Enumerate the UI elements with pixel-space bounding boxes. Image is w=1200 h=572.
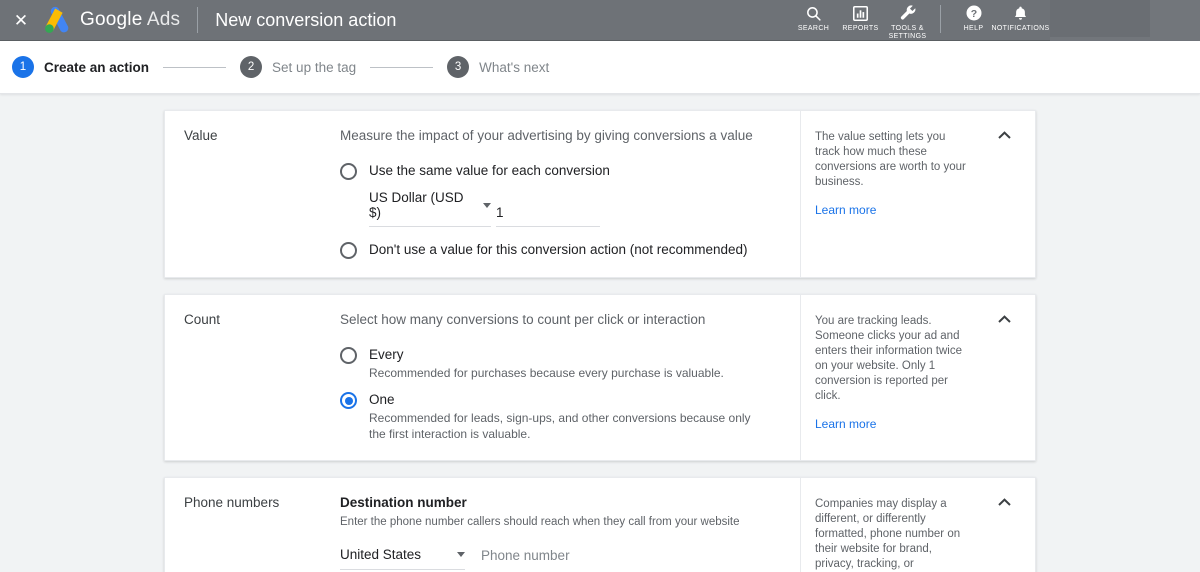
step-2-label: Set up the tag [272, 60, 356, 75]
phone-card-body: Destination number Enter the phone numbe… [340, 478, 800, 572]
toolbar-tools-settings-button[interactable]: TOOLS & SETTINGS [884, 4, 931, 42]
step-3-number: 3 [447, 56, 469, 78]
phone-section-title: Phone numbers [184, 495, 340, 510]
country-select-value: United States [340, 547, 421, 562]
bell-notifications-icon [1012, 4, 1029, 23]
country-select[interactable]: United States [340, 547, 465, 570]
help-question-icon: ? [965, 4, 983, 23]
page-title: New conversion action [215, 10, 396, 31]
value-amount-input-value: 1 [496, 205, 504, 220]
phone-help-text: Companies may display a different, or di… [815, 497, 971, 572]
value-amount-input[interactable]: 1 [496, 205, 600, 227]
google-ads-logo-icon [42, 6, 72, 34]
wizard-stepper: 1 Create an action 2 Set up the tag 3 Wh… [0, 41, 1200, 94]
phone-collapse-chevron-up-icon[interactable] [993, 491, 1015, 513]
brand-google: Google [80, 9, 142, 30]
phone-number-placeholder: Phone number [481, 548, 570, 563]
toolbar-reports-label: REPORTS [842, 25, 878, 34]
count-option-every-label: Every [369, 346, 724, 364]
value-help-panel: The value setting lets you track how muc… [800, 111, 1035, 277]
currency-select-value: US Dollar (USD $) [369, 190, 477, 220]
count-help-panel: You are tracking leads. Someone clicks y… [800, 295, 1035, 460]
chevron-down-icon [457, 552, 465, 557]
content-scroll-area[interactable]: Value Measure the impact of your adverti… [0, 94, 1200, 572]
count-option-every-description: Recommended for purchases because every … [369, 365, 724, 381]
count-lead-text: Select how many conversions to count per… [340, 312, 782, 327]
close-icon[interactable]: ✕ [8, 7, 34, 33]
count-card-left: Count [165, 295, 340, 460]
value-option-no-value-label: Don't use a value for this conversion ac… [369, 241, 748, 259]
count-option-every[interactable]: Every Recommended for purchases because … [340, 346, 782, 381]
count-option-one-label: One [369, 391, 762, 409]
toolbar-help-button[interactable]: ? HELP [950, 4, 997, 34]
phone-input-row: United States Phone number Example: (201… [340, 547, 782, 572]
count-card-body: Select how many conversions to count per… [340, 295, 800, 460]
count-section-title: Count [184, 312, 340, 327]
phone-number-input[interactable]: Phone number [481, 547, 728, 572]
toolbar-separator [940, 5, 941, 33]
svg-text:?: ? [970, 8, 976, 20]
value-learn-more-link[interactable]: Learn more [815, 203, 876, 217]
account-selector-placeholder[interactable] [1050, 0, 1200, 41]
count-collapse-chevron-up-icon[interactable] [993, 308, 1015, 330]
toolbar-tools-settings-label: TOOLS & SETTINGS [889, 25, 927, 42]
value-card-left: Value [165, 111, 340, 277]
count-card: Count Select how many conversions to cou… [164, 294, 1036, 461]
value-option-same-value-radio[interactable] [340, 163, 357, 180]
value-section-title: Value [184, 128, 340, 143]
value-currency-amount-fields: US Dollar (USD $) 1 [369, 190, 782, 227]
step-connector-1 [163, 67, 226, 68]
toolbar-search-label: SEARCH [798, 25, 829, 34]
count-option-one-radio[interactable] [340, 392, 357, 409]
currency-select[interactable]: US Dollar (USD $) [369, 190, 491, 227]
wrench-tools-icon [899, 4, 917, 23]
value-lead-text: Measure the impact of your advertising b… [340, 128, 782, 143]
step-connector-2 [370, 67, 433, 68]
count-option-one[interactable]: One Recommended for leads, sign-ups, and… [340, 391, 782, 442]
appbar-toolbar: SEARCH REPORTS TOOLS & SETTINGS [790, 0, 1044, 41]
step-set-up-the-tag[interactable]: 2 Set up the tag [240, 56, 356, 78]
destination-number-heading: Destination number [340, 495, 782, 510]
account-selector-inner [1050, 0, 1150, 37]
brand-wordmark[interactable]: Google Ads [80, 9, 180, 31]
value-card: Value Measure the impact of your adverti… [164, 110, 1036, 278]
toolbar-search-button[interactable]: SEARCH [790, 4, 837, 34]
brand-ads: Ads [147, 9, 180, 30]
chevron-down-icon [483, 203, 491, 208]
count-option-every-radio[interactable] [340, 347, 357, 364]
step-whats-next[interactable]: 3 What's next [447, 56, 549, 78]
value-option-same-value-label: Use the same value for each conversion [369, 162, 610, 180]
value-help-text: The value setting lets you track how muc… [815, 130, 971, 190]
value-card-body: Measure the impact of your advertising b… [340, 111, 800, 277]
toolbar-reports-button[interactable]: REPORTS [837, 4, 884, 34]
value-option-no-value-radio[interactable] [340, 242, 357, 259]
phone-numbers-card: Phone numbers Destination number Enter t… [164, 477, 1036, 572]
value-option-same-value[interactable]: Use the same value for each conversion [340, 162, 782, 180]
reports-bar-chart-icon [852, 4, 869, 23]
value-option-no-value[interactable]: Don't use a value for this conversion ac… [340, 241, 782, 259]
step-1-number: 1 [12, 56, 34, 78]
toolbar-notifications-label: NOTIFICATIONS [991, 25, 1049, 34]
appbar-divider [197, 7, 198, 33]
value-collapse-chevron-up-icon[interactable] [993, 124, 1015, 146]
phone-number-column: Phone number Example: (201) 555-0123 [481, 547, 728, 572]
phone-card-left: Phone numbers [165, 478, 340, 572]
toolbar-notifications-button[interactable]: NOTIFICATIONS [997, 4, 1044, 34]
step-3-label: What's next [479, 60, 549, 75]
count-help-text: You are tracking leads. Someone clicks y… [815, 314, 971, 404]
toolbar-help-label: HELP [964, 25, 984, 34]
top-app-bar: ✕ Google Ads New conversion action SEARC… [0, 0, 1200, 41]
step-1-label: Create an action [44, 60, 149, 75]
step-2-number: 2 [240, 56, 262, 78]
count-option-one-description: Recommended for leads, sign-ups, and oth… [369, 410, 762, 442]
step-create-an-action[interactable]: 1 Create an action [12, 56, 149, 78]
search-icon [805, 4, 822, 23]
count-learn-more-link[interactable]: Learn more [815, 417, 876, 431]
phone-help-panel: Companies may display a different, or di… [800, 478, 1035, 572]
destination-number-description: Enter the phone number callers should re… [340, 516, 782, 528]
